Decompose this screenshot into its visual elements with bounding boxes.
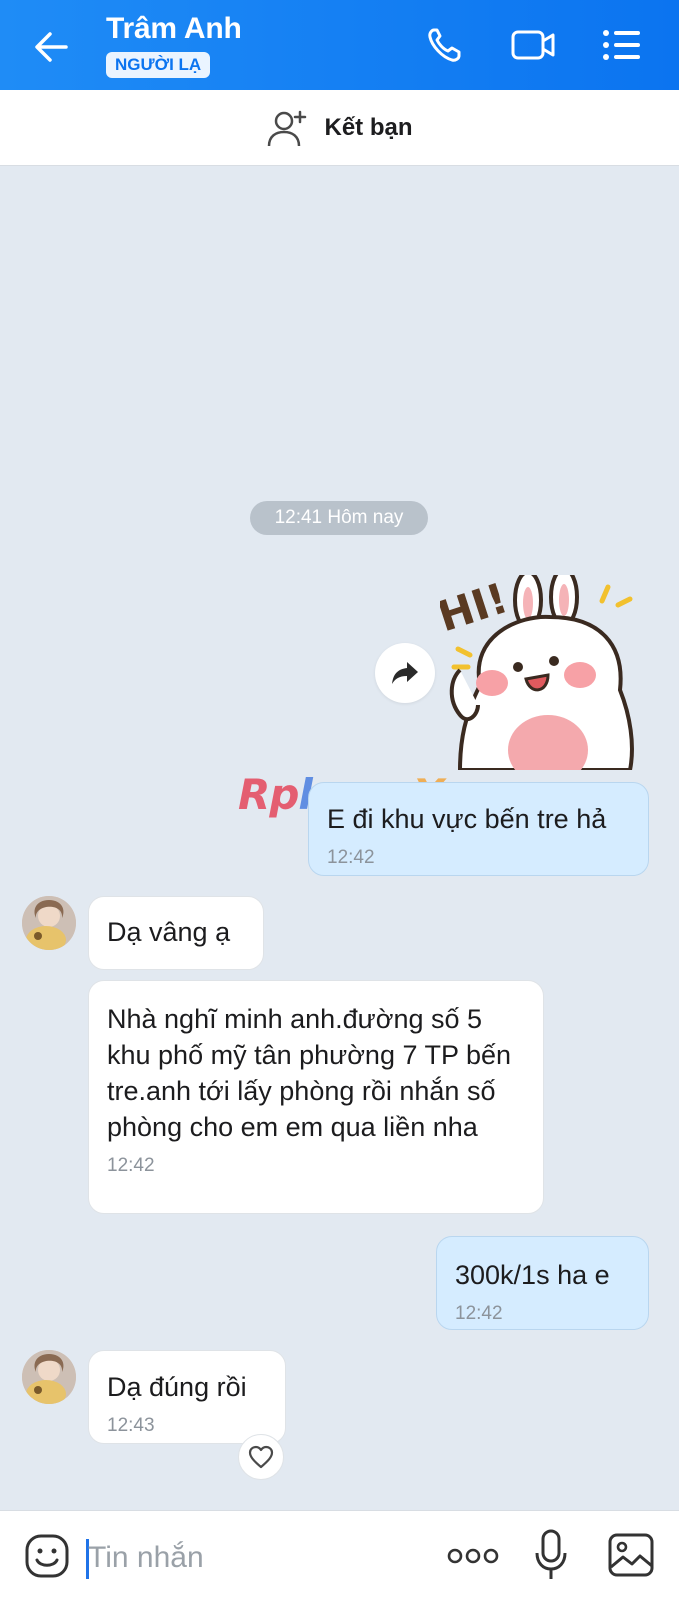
message-bubble-outgoing[interactable]: 300k/1s ha e 12:42 (436, 1236, 649, 1330)
back-arrow-icon[interactable] (30, 26, 72, 68)
share-forward-icon (392, 662, 418, 684)
add-person-icon (268, 110, 307, 146)
share-forward-button[interactable] (375, 643, 435, 703)
message-time: 12:42 (455, 1303, 503, 1324)
add-friend-label: Kết bạn (324, 113, 413, 141)
phone-icon[interactable] (424, 24, 470, 66)
message-bubble-outgoing[interactable]: E đi khu vực bến tre hả 12:42 (308, 782, 649, 876)
message-text: Nhà nghĩ minh anh.đường số 5 khu phố mỹ … (107, 1004, 512, 1142)
video-camera-icon[interactable] (510, 24, 556, 66)
message-input-bar: Tin nhắn (0, 1510, 679, 1600)
menu-list-icon[interactable] (600, 24, 646, 66)
message-bubble-incoming[interactable]: Dạ vâng ạ (88, 896, 264, 970)
react-heart-button[interactable] (238, 1434, 284, 1480)
heart-icon (248, 1445, 274, 1469)
message-bubble-incoming[interactable]: Nhà nghĩ minh anh.đường số 5 khu phố mỹ … (88, 980, 544, 1214)
contact-title-block[interactable]: Trâm Anh NGƯỜI LẠ (106, 12, 242, 78)
image-icon[interactable] (608, 1533, 654, 1577)
message-bubble-incoming[interactable]: Dạ đúng rồi 12:43 (88, 1350, 286, 1444)
message-text: Dạ đúng rồi (107, 1372, 247, 1402)
avatar-photo (22, 896, 76, 950)
hi-bunny-sticker[interactable]: HI! (440, 575, 655, 770)
message-input[interactable]: Tin nhắn (88, 1541, 204, 1575)
contact-name: Trâm Anh (106, 12, 242, 45)
message-time: 12:42 (327, 847, 375, 868)
more-dots-icon[interactable] (446, 1547, 500, 1565)
contact-avatar[interactable] (22, 896, 76, 950)
message-text: E đi khu vực bến tre hả (327, 804, 607, 834)
chat-header: Trâm Anh NGƯỜI LẠ (0, 0, 679, 90)
message-time: 12:43 (107, 1415, 155, 1436)
stranger-badge: NGƯỜI LẠ (106, 52, 211, 78)
emoji-icon[interactable] (24, 1533, 70, 1579)
microphone-icon[interactable] (534, 1529, 568, 1581)
avatar-photo (22, 1350, 76, 1404)
add-friend-bar[interactable]: Kết bạn (0, 90, 679, 166)
date-chip: 12:41 Hôm nay (250, 501, 428, 535)
message-text: 300k/1s ha e (455, 1260, 610, 1290)
contact-avatar[interactable] (22, 1350, 76, 1404)
message-text: Dạ vâng ạ (107, 917, 231, 947)
message-time: 12:42 (107, 1155, 155, 1176)
